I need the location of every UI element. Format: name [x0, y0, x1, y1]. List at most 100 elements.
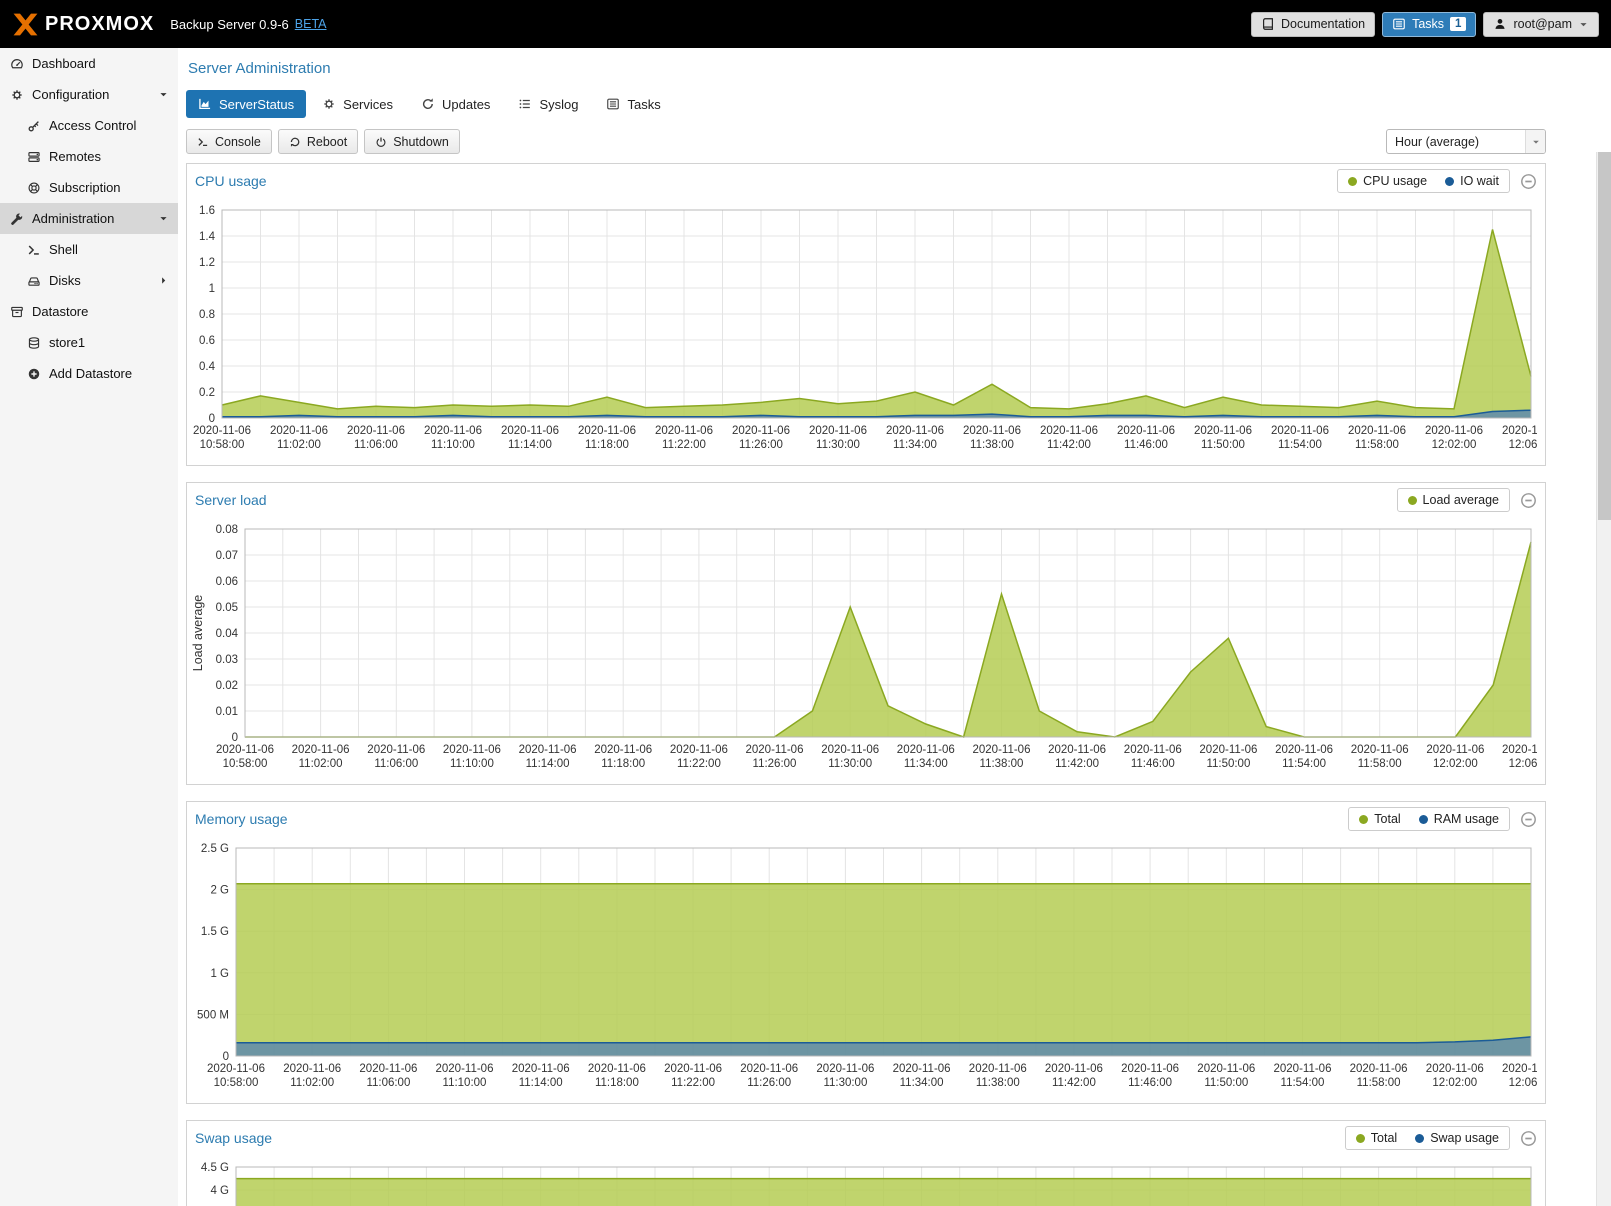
svg-text:2020-11-06: 2020-11-06 — [1502, 744, 1537, 756]
terminal-icon — [197, 136, 209, 148]
tasks-badge: 1 — [1450, 17, 1466, 31]
sidebar-item-subscription[interactable]: Subscription — [0, 172, 178, 203]
collapse-icon[interactable] — [1520, 173, 1537, 190]
panel-title: Server load — [195, 492, 1397, 508]
toolbar-buttons: Console Reboot Shutdown — [186, 129, 460, 154]
user-menu-button[interactable]: root@pam — [1483, 12, 1599, 37]
sidebar-item-shell[interactable]: Shell — [0, 234, 178, 265]
toolbar-button-label: Reboot — [307, 135, 347, 149]
hdd-icon — [27, 274, 41, 288]
svg-text:2020-11-06: 2020-11-06 — [963, 425, 1021, 437]
legend-item-ram-usage[interactable]: RAM usage — [1419, 812, 1499, 826]
main-content: Server Administration ServerStatusServic… — [178, 48, 1611, 1206]
sidebar-item-add-datastore[interactable]: Add Datastore — [0, 358, 178, 389]
svg-text:2020-11-06: 2020-11-06 — [670, 744, 728, 756]
legend-label: Swap usage — [1430, 1131, 1499, 1145]
legend-dot — [1348, 177, 1357, 186]
panel-title: Swap usage — [195, 1130, 1345, 1146]
svg-text:11:46:00: 11:46:00 — [1124, 439, 1168, 451]
svg-text:11:38:00: 11:38:00 — [980, 758, 1024, 770]
svg-text:11:46:00: 11:46:00 — [1128, 1077, 1172, 1089]
svg-text:2020-11-06: 2020-11-06 — [347, 425, 405, 437]
sidebar-item-remotes[interactable]: Remotes — [0, 141, 178, 172]
svg-text:2020-11-06: 2020-11-06 — [1426, 744, 1484, 756]
svg-text:0.01: 0.01 — [216, 706, 238, 718]
svg-text:11:26:00: 11:26:00 — [739, 439, 783, 451]
documentation-button[interactable]: Documentation — [1251, 12, 1375, 37]
sidebar-item-label: Configuration — [32, 87, 109, 102]
svg-text:11:10:00: 11:10:00 — [431, 439, 475, 451]
sidebar-item-store1[interactable]: store1 — [0, 327, 178, 358]
sidebar-item-label: Access Control — [49, 118, 136, 133]
book-icon — [1261, 17, 1275, 31]
beta-link[interactable]: BETA — [295, 17, 327, 31]
svg-text:2020-11-06: 2020-11-06 — [283, 1063, 341, 1075]
timeframe-select[interactable]: Hour (average) — [1386, 129, 1546, 154]
svg-text:0.2: 0.2 — [199, 387, 215, 399]
panel-body: 00.20.40.60.811.21.41.62020-11-0610:58:0… — [187, 198, 1545, 465]
tab-serverstatus[interactable]: ServerStatus — [186, 90, 306, 118]
collapse-icon[interactable] — [1520, 811, 1537, 828]
svg-text:0.07: 0.07 — [216, 550, 238, 562]
chevron-down-icon — [1578, 19, 1589, 30]
reboot-button[interactable]: Reboot — [278, 129, 358, 154]
svg-text:2020-11-06: 2020-11-06 — [816, 1063, 874, 1075]
tab-label: Updates — [442, 97, 490, 112]
legend-item-io-wait[interactable]: IO wait — [1445, 174, 1499, 188]
legend-item-total[interactable]: Total — [1359, 812, 1400, 826]
tab-syslog[interactable]: Syslog — [506, 90, 590, 118]
svg-text:2020-11-06: 2020-11-06 — [1426, 1063, 1484, 1075]
svg-text:0.05: 0.05 — [216, 602, 238, 614]
tab-updates[interactable]: Updates — [409, 90, 502, 118]
panel-body: 0500 M1 G1.5 G2 G2.5 G3 G3.5 G4 G4.5 G20… — [187, 1155, 1545, 1206]
legend-item-cpu-usage[interactable]: CPU usage — [1348, 174, 1427, 188]
panel-title: Memory usage — [195, 811, 1348, 827]
tab-services[interactable]: Services — [310, 90, 405, 118]
svg-text:11:50:00: 11:50:00 — [1201, 439, 1245, 451]
svg-text:2020-11-06: 2020-11-06 — [519, 744, 577, 756]
vertical-scrollbar[interactable] — [1596, 152, 1611, 1206]
legend-label: Load average — [1423, 493, 1499, 507]
undo-icon — [289, 136, 301, 148]
sidebar-item-datastore[interactable]: Datastore — [0, 296, 178, 327]
console-button[interactable]: Console — [186, 129, 272, 154]
legend-item-total[interactable]: Total — [1356, 1131, 1397, 1145]
caret-down-icon — [158, 213, 169, 224]
svg-text:11:14:00: 11:14:00 — [519, 1077, 563, 1089]
list-icon — [518, 97, 532, 111]
collapse-icon[interactable] — [1520, 1130, 1537, 1147]
svg-text:11:22:00: 11:22:00 — [677, 758, 721, 770]
tasks-button[interactable]: Tasks 1 — [1382, 12, 1476, 37]
svg-text:2020-11-06: 2020-11-06 — [1197, 1063, 1255, 1075]
svg-text:2020-11-06: 2020-11-06 — [443, 744, 501, 756]
svg-text:2020-11-06: 2020-11-06 — [1348, 425, 1406, 437]
shutdown-button[interactable]: Shutdown — [364, 129, 460, 154]
chart-cpu-usage: 00.20.40.60.811.21.41.62020-11-0610:58:0… — [191, 200, 1537, 458]
svg-text:0: 0 — [223, 1051, 229, 1063]
svg-text:11:02:00: 11:02:00 — [290, 1077, 334, 1089]
tab-tasks[interactable]: Tasks — [594, 90, 672, 118]
sidebar-item-administration[interactable]: Administration — [0, 203, 178, 234]
panel-header: CPU usageCPU usageIO wait — [187, 164, 1545, 198]
timeframe-value: Hour (average) — [1395, 135, 1479, 149]
sidebar-item-access-control[interactable]: Access Control — [0, 110, 178, 141]
sidebar-item-label: Remotes — [49, 149, 101, 164]
refresh-icon — [421, 97, 435, 111]
legend-item-load-average[interactable]: Load average — [1408, 493, 1499, 507]
sidebar-item-configuration[interactable]: Configuration — [0, 79, 178, 110]
user-label: root@pam — [1513, 17, 1572, 31]
collapse-icon[interactable] — [1520, 492, 1537, 509]
legend-item-swap-usage[interactable]: Swap usage — [1415, 1131, 1499, 1145]
chart-memory-usage: 0500 M1 G1.5 G2 G2.5 G2020-11-0610:58:00… — [191, 838, 1537, 1096]
scrollbar-thumb[interactable] — [1598, 152, 1611, 520]
svg-text:2020-11-06: 2020-11-06 — [893, 1063, 951, 1075]
panel-body: 0500 M1 G1.5 G2 G2.5 G2020-11-0610:58:00… — [187, 836, 1545, 1103]
select-trigger[interactable] — [1525, 130, 1545, 153]
sidebar-item-dashboard[interactable]: Dashboard — [0, 48, 178, 79]
chart-legend: Total RAM usage — [1348, 807, 1510, 831]
sidebar: Dashboard Configuration Access Control Remo… — [0, 48, 178, 1206]
svg-text:12:02:00: 12:02:00 — [1432, 1077, 1477, 1089]
legend-dot — [1415, 1134, 1424, 1143]
sidebar-item-disks[interactable]: Disks — [0, 265, 178, 296]
svg-text:11:02:00: 11:02:00 — [277, 439, 321, 451]
